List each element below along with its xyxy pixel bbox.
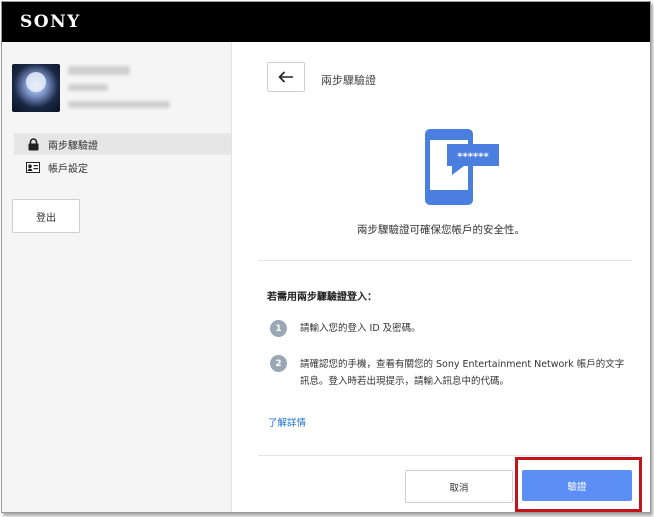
step-text-2: 請確認您的手機，查看有關您的 Sony Entertainment Networ… (300, 359, 625, 387)
sidebar-item-label: 帳戶設定 (48, 163, 88, 175)
blurred-user-id (68, 84, 108, 91)
lock-icon (26, 137, 40, 151)
blurred-username (68, 66, 130, 75)
sony-logo: SONY (20, 12, 81, 32)
step-number-1: 1 (270, 320, 287, 337)
learn-more-link[interactable]: 了解詳情 (268, 415, 306, 429)
back-button[interactable] (267, 62, 305, 92)
arrow-left-icon (278, 68, 294, 87)
divider-top (258, 260, 632, 261)
phone-message-icon: ****** (422, 128, 502, 212)
sidebar: 兩步驟驗證 帳戶設定 登出 (2, 42, 232, 512)
verify-button[interactable]: 驗證 (522, 470, 632, 501)
avatar (12, 64, 60, 112)
logout-button[interactable]: 登出 (12, 199, 80, 233)
step-number-2: 2 (270, 355, 287, 372)
sidebar-item-label: 兩步驟驗證 (48, 140, 98, 152)
divider-bottom (258, 455, 632, 456)
top-bar: SONY (2, 2, 650, 42)
sidebar-item-account-settings[interactable]: 帳戶設定 (14, 156, 231, 178)
main-panel: 兩步驟驗證 ****** 兩步驟驗證可確保您帳戶的安全性。 若需用兩步驟驗證登入… (232, 42, 650, 512)
section-title: 若需用兩步驟驗證登入： (267, 292, 377, 303)
cancel-button[interactable]: 取消 (405, 470, 513, 503)
description: 兩步驟驗證可確保您帳戶的安全性。 (357, 224, 525, 236)
sidebar-item-two-step-verification[interactable]: 兩步驟驗證 (14, 133, 231, 155)
page-title: 兩步驟驗證 (321, 74, 376, 87)
step-text-1: 請輸入您的登入 ID 及密碼。 (300, 323, 421, 334)
phone-code-text: ****** (457, 152, 489, 163)
blurred-user-email (68, 101, 170, 108)
id-card-icon (26, 160, 40, 174)
app-window: SONY 兩步驟驗證 帳戶設定 登出 兩步驟驗證 ****** 兩步驟驗證可確保… (1, 1, 651, 513)
